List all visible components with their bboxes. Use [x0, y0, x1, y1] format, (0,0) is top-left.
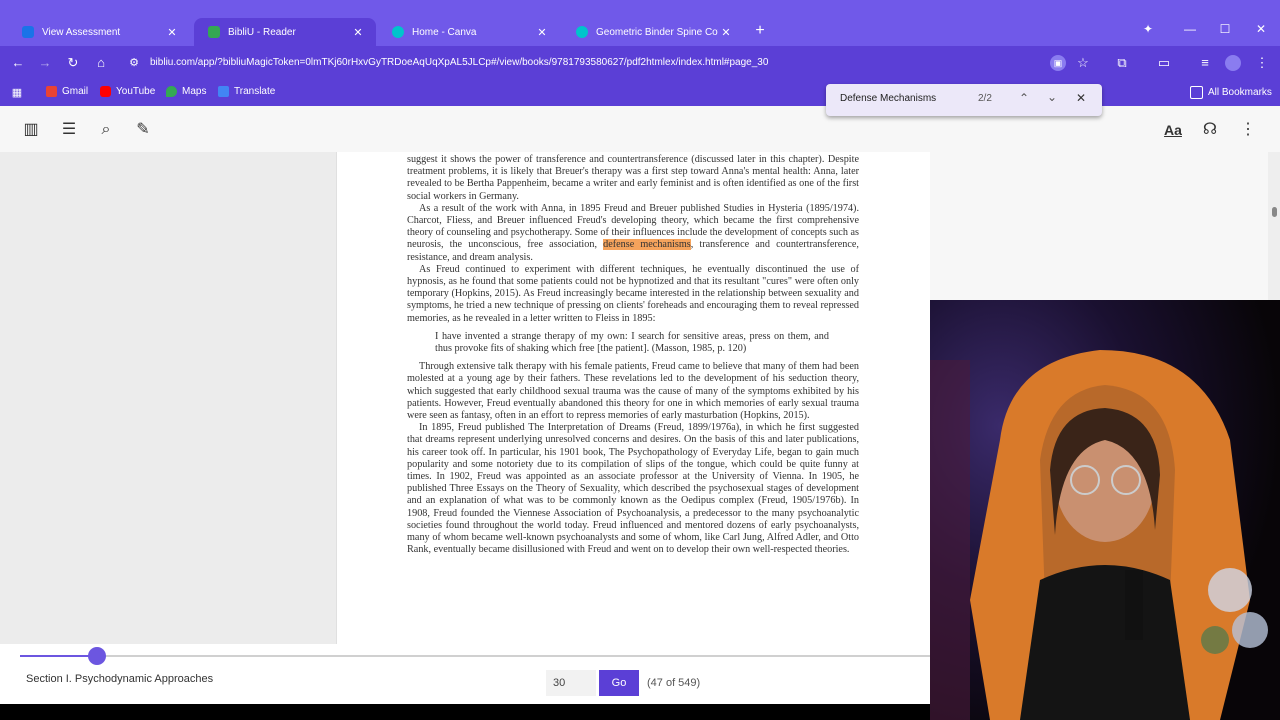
bookmark-label: Translate: [234, 86, 276, 97]
find-previous-icon[interactable]: ⌃: [1019, 91, 1029, 105]
search-icon[interactable]: ⌕: [95, 119, 117, 141]
book-page-text: suggest it shows the power of transferen…: [407, 154, 859, 557]
tab-close-icon[interactable]: ✕: [164, 26, 180, 39]
bookmark-gmail[interactable]: Gmail: [46, 86, 88, 97]
url-field[interactable]: bibliu.com/app/?bibliuMagicToken=0lmTKj6…: [150, 57, 768, 68]
new-tab-button[interactable]: +: [752, 22, 768, 40]
search-highlight: defense mechanisms: [603, 239, 691, 251]
right-margin-panel: [930, 152, 1280, 300]
apps-grid-icon[interactable]: ▦: [9, 85, 25, 101]
all-bookmarks-label: All Bookmarks: [1208, 87, 1272, 98]
media-controls-icon[interactable]: ≡: [1197, 55, 1213, 71]
tab-close-icon[interactable]: ✕: [350, 26, 366, 39]
page-number-input[interactable]: [546, 670, 596, 696]
screen-cast-icon[interactable]: ▭: [1156, 55, 1172, 71]
paragraph: Through extensive talk therapy with his …: [407, 361, 859, 422]
font-settings-button[interactable]: Aa: [1162, 119, 1184, 141]
webcam-overlay: [930, 300, 1280, 720]
tab-label: Home - Canva: [412, 26, 477, 38]
reader-menu-icon[interactable]: ⋮: [1237, 119, 1259, 141]
go-button[interactable]: Go: [599, 670, 639, 696]
bookmark-label: YouTube: [116, 86, 156, 97]
bookmark-label: Gmail: [62, 86, 89, 97]
library-icon[interactable]: ▥: [20, 119, 42, 141]
maximize-icon[interactable]: ☐: [1215, 22, 1235, 36]
find-query-input[interactable]: Defense Mechanisms: [840, 93, 936, 104]
paragraph: As Freud continued to experiment with di…: [407, 264, 859, 325]
forward-icon[interactable]: →: [37, 55, 53, 71]
minimize-icon[interactable]: —: [1180, 22, 1200, 36]
paragraph-text: Through extensive talk therapy with his …: [407, 361, 859, 422]
bookmark-label: Maps: [182, 86, 207, 97]
page-slider-track[interactable]: [20, 655, 930, 657]
read-aloud-icon[interactable]: ☊: [1199, 119, 1221, 141]
paragraph-text: suggest it shows the power of transferen…: [407, 154, 859, 202]
install-app-icon[interactable]: ▣: [1050, 55, 1066, 71]
section-title: Section I. Psychodynamic Approaches: [26, 673, 214, 685]
bookmark-maps[interactable]: Maps: [166, 86, 206, 97]
tab-view-assessment[interactable]: View Assessment ✕: [8, 18, 190, 46]
paragraph: In 1895, Freud published The Interpretat…: [407, 422, 859, 556]
paragraph-text: In 1895, Freud published The Interpretat…: [407, 422, 859, 556]
scrollbar-thumb[interactable]: [1272, 207, 1277, 217]
gmail-icon: [46, 86, 57, 97]
assessment-favicon-icon: [22, 26, 34, 38]
tab-bibliu-reader[interactable]: BibliU - Reader ✕: [194, 18, 376, 46]
bookmark-star-icon[interactable]: ☆: [1075, 55, 1091, 71]
tab-geometric-binder[interactable]: Geometric Binder Spine Cover ✕: [562, 18, 744, 46]
find-in-page-bar: Defense Mechanisms 2/2 ⌃ ⌄ ✕: [826, 84, 1102, 116]
tab-strip: View Assessment ✕ BibliU - Reader ✕ Home…: [0, 18, 1280, 46]
reload-icon[interactable]: ↻: [65, 55, 81, 71]
translate-icon: [218, 86, 229, 97]
page-count: (47 of 549): [647, 677, 701, 689]
tab-label: Geometric Binder Spine Cover: [596, 26, 718, 38]
highlighter-pen-icon[interactable]: ✎: [132, 119, 154, 141]
block-quote: I have invented a strange therapy of my …: [435, 330, 829, 355]
back-icon[interactable]: ←: [10, 55, 26, 71]
gemini-sparkle-icon[interactable]: ✦: [1138, 22, 1158, 36]
tab-close-icon[interactable]: ✕: [718, 26, 734, 39]
paragraph-text: As Freud continued to experiment with di…: [407, 263, 859, 324]
find-close-icon[interactable]: ✕: [1076, 91, 1086, 105]
canva-favicon-icon: [576, 26, 588, 38]
bookmark-translate[interactable]: Translate: [218, 86, 275, 97]
browser-menu-icon[interactable]: ⋮: [1254, 55, 1270, 71]
table-of-contents-icon[interactable]: ☰: [58, 119, 80, 141]
extensions-icon[interactable]: ⧉: [1114, 55, 1130, 71]
youtube-icon: [100, 86, 111, 97]
tab-label: View Assessment: [42, 26, 121, 38]
bookmark-youtube[interactable]: YouTube: [100, 86, 155, 97]
canva-favicon-icon: [392, 26, 404, 38]
home-icon[interactable]: ⌂: [93, 55, 109, 71]
folder-icon: [1190, 86, 1203, 99]
vertical-scrollbar[interactable]: [1268, 152, 1280, 300]
tab-close-icon[interactable]: ✕: [534, 26, 550, 39]
paragraph: suggest it shows the power of transferen…: [407, 154, 859, 203]
page-slider-fill: [20, 655, 98, 657]
tab-label: BibliU - Reader: [228, 26, 296, 38]
tab-home-canva[interactable]: Home - Canva ✕: [378, 18, 560, 46]
profile-avatar-icon[interactable]: [1225, 55, 1241, 71]
window-close-icon[interactable]: ✕: [1251, 22, 1271, 36]
find-next-icon[interactable]: ⌄: [1047, 90, 1057, 104]
webcam-person-image: [930, 300, 1280, 720]
address-bar-row: ← → ↻ ⌂ ⚙ bibliu.com/app/?bibliuMagicTok…: [0, 46, 1280, 80]
find-match-count: 2/2: [978, 93, 992, 104]
maps-pin-icon: [166, 86, 177, 97]
bibliu-favicon-icon: [208, 26, 220, 38]
paragraph: As a result of the work with Anna, in 18…: [407, 203, 859, 264]
site-settings-icon[interactable]: ⚙: [126, 55, 142, 71]
all-bookmarks-folder[interactable]: All Bookmarks: [1190, 86, 1272, 99]
